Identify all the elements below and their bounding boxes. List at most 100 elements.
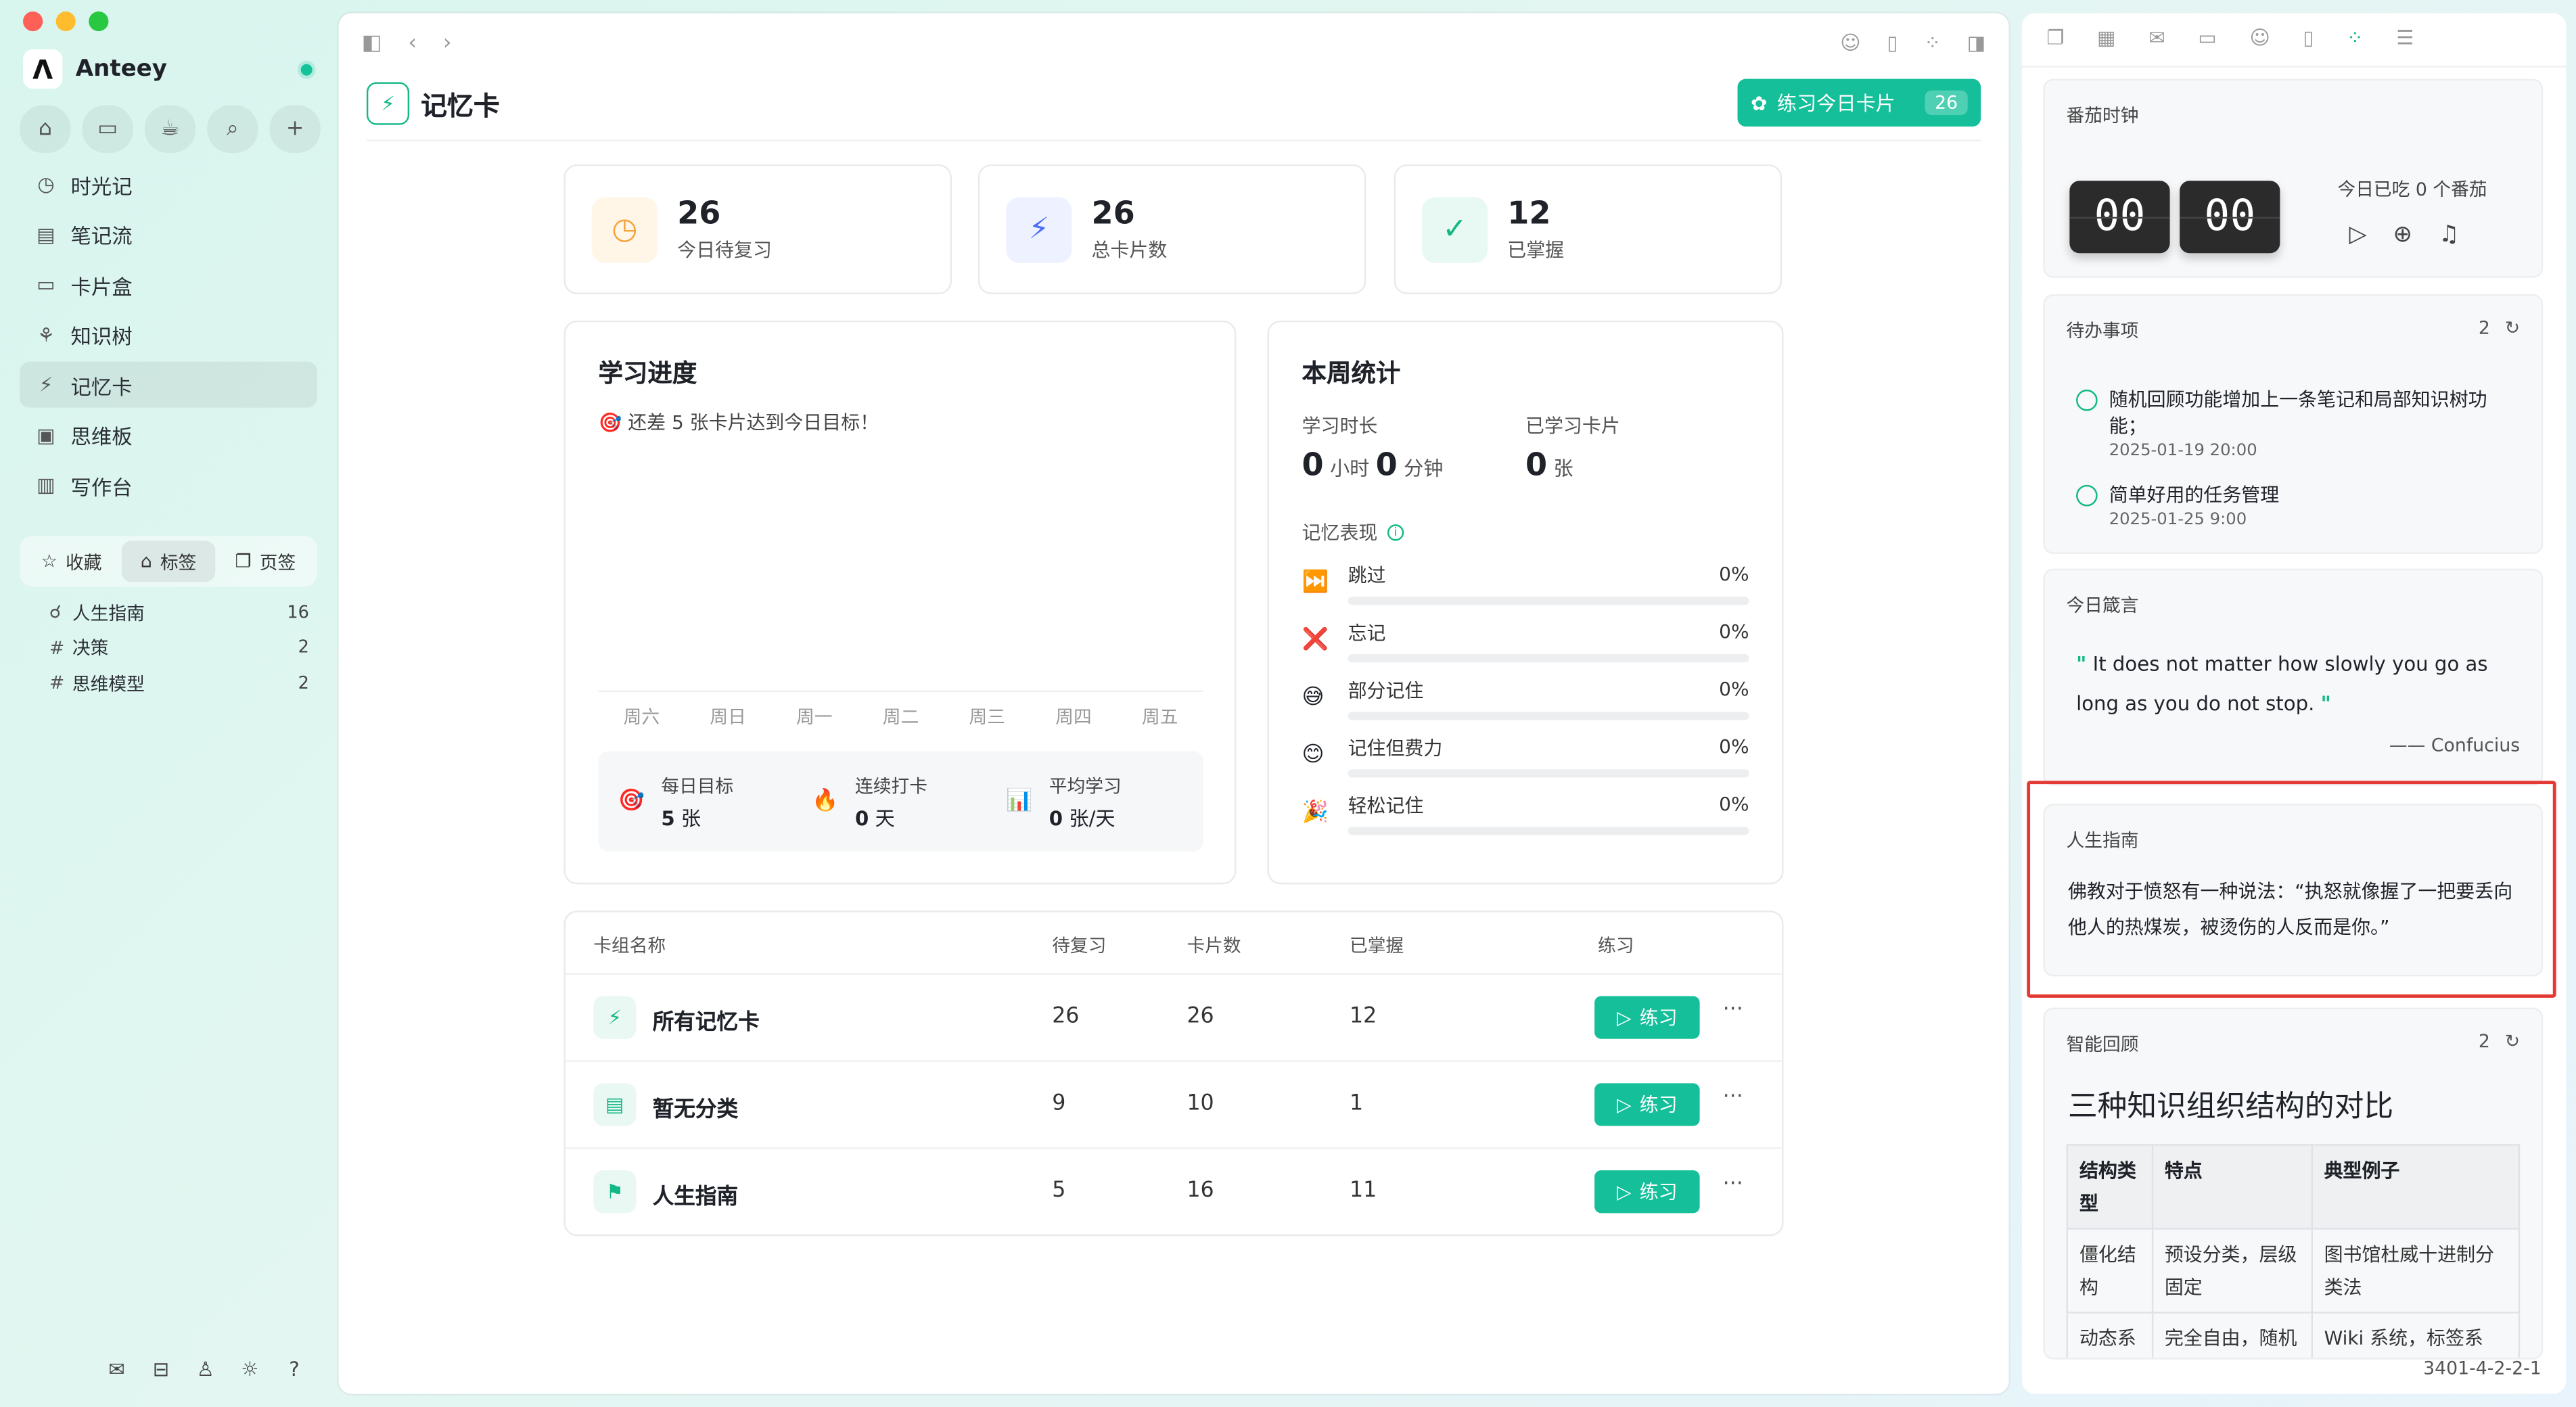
calendar-icon[interactable]: ▦ <box>2097 26 2116 60</box>
help-icon[interactable]: ? <box>283 1358 306 1381</box>
memory-body: 忘记 0% <box>1348 619 1749 662</box>
todo-item[interactable]: 随机回顾功能增加上一条笔记和局部知识树功能； 2025-01-19 20:00 <box>2076 386 2520 460</box>
sun-icon[interactable]: ☼ <box>238 1358 261 1381</box>
review-col-header: 典型例子 <box>2311 1144 2521 1230</box>
memory-emoji-icon: 😊 <box>1302 743 1325 768</box>
tag-item[interactable]: # 思维模型 2 <box>49 666 309 701</box>
weekly-title: 本周统计 <box>1302 358 1401 388</box>
robot-icon[interactable]: ☺ <box>2249 26 2270 60</box>
mail-icon[interactable]: ✉ <box>106 1358 129 1381</box>
close-window-button[interactable] <box>23 11 43 32</box>
refresh-icon[interactable]: ↻ <box>2505 317 2520 339</box>
add-button[interactable]: + <box>269 105 321 153</box>
coffee-button[interactable]: ☕ <box>144 105 196 153</box>
progress-title: 学习进度 <box>598 358 697 388</box>
memory-percent: 0% <box>1719 561 1749 584</box>
forward-icon[interactable]: › <box>443 30 452 55</box>
cards-unit: 张 <box>1553 457 1573 480</box>
pomodoro-controls: ▷ ⊕ ♫ <box>2349 222 2459 248</box>
back-icon[interactable]: ‹ <box>408 30 417 55</box>
weekday-label: 周日 <box>710 706 746 729</box>
deck-icon: ▤ <box>593 1083 637 1126</box>
network-icon[interactable]: ⁘ <box>1925 31 1941 54</box>
globe-icon[interactable]: ⊕ <box>2393 222 2413 248</box>
copy-icon[interactable]: ❐ <box>2046 26 2064 60</box>
highlight-box <box>2027 781 2556 998</box>
maximize-window-button[interactable] <box>89 11 109 32</box>
todo-date: 2025-01-25 9:00 <box>2109 511 2247 530</box>
sidebar-item-2[interactable]: ▤ 笔记流 <box>20 211 317 257</box>
sidebar-item-3[interactable]: ▭ 卡片盒 <box>20 261 317 307</box>
deck-name[interactable]: 所有记忆卡 <box>653 1005 760 1035</box>
home-icon: ⌂ <box>38 116 52 141</box>
toolbox-icon[interactable]: ⊟ <box>150 1358 172 1381</box>
shirt-icon[interactable]: ♙ <box>194 1358 217 1381</box>
home-button[interactable]: ⌂ <box>20 105 71 153</box>
inbox-icon: ▭ <box>97 116 118 141</box>
clipboard-icon[interactable]: ▯ <box>2303 26 2314 60</box>
deck-name[interactable]: 人生指南 <box>653 1178 738 1209</box>
col-due: 待复习 <box>1052 935 1107 957</box>
practice-today-button[interactable]: ✿ 练习今日卡片 26 <box>1737 78 1981 127</box>
robot-icon[interactable]: ☺ <box>1840 31 1860 54</box>
clipboard-icon[interactable]: ▯ <box>1887 31 1898 54</box>
checkbox-circle[interactable] <box>2076 484 2098 507</box>
stat-card: ◷ 26 今日待复习 <box>564 164 952 294</box>
info-icon[interactable]: i <box>1387 524 1404 541</box>
checkbox-circle[interactable] <box>2076 389 2098 411</box>
page-header: ⚡ 记忆卡 ✿ 练习今日卡片 26 <box>366 76 1981 141</box>
tag-item[interactable]: ☌ 人生指南 16 <box>49 595 309 630</box>
search-button[interactable]: ⌕ <box>207 105 258 153</box>
list-icon[interactable]: ☰ <box>2396 26 2414 60</box>
refresh-icon[interactable]: ↻ <box>2505 1031 2520 1053</box>
review-row: 动态系统完全自由，随机连接Wiki 系统，标签系统，双链 <box>2066 1312 2521 1358</box>
sidebar-item-4[interactable]: ⚘ 知识树 <box>20 311 317 357</box>
practice-button[interactable]: ▷ 练习 <box>1594 1083 1700 1126</box>
memory-body: 跳过 0% <box>1348 561 1749 605</box>
practice-label: 练习 <box>1639 1092 1678 1116</box>
toggle-sidebar-icon[interactable]: ◧ <box>362 30 382 55</box>
stat-value: 12 <box>1507 195 1551 232</box>
main-toolbar: ◧ ‹ › ☺ ▯ ⁘ ◨ <box>362 26 1986 60</box>
clock-icon: ◷ <box>37 172 55 196</box>
more-icon[interactable]: ··· <box>1723 998 1743 1022</box>
sidebar-item-7[interactable]: ▥ 写作台 <box>20 462 317 508</box>
tag-count: 2 <box>298 673 309 693</box>
tab-1[interactable]: ☆ 收藏 <box>24 540 118 582</box>
practice-button[interactable]: ▷ 练习 <box>1594 1170 1700 1214</box>
more-icon[interactable]: ··· <box>1723 1172 1743 1197</box>
card-count: 16 <box>1187 1178 1214 1203</box>
sidebar-footer: ✉ ⊟ ♙ ☼ ? <box>106 1358 306 1381</box>
sidebar-item-5[interactable]: ⚡ 记忆卡 <box>20 361 317 408</box>
memory-progress-bar <box>1348 653 1749 662</box>
tag-group-icon: ☌ <box>49 601 62 624</box>
toggle-right-panel-icon[interactable]: ◨ <box>1967 31 1986 54</box>
quote-text: " It does not matter how slowly you go a… <box>2076 645 2520 724</box>
card-count: 10 <box>1187 1091 1214 1116</box>
todo-item[interactable]: 简单好用的任务管理 2025-01-25 9:00 <box>2076 482 2520 529</box>
sidebar-item-1[interactable]: ◷ 时光记 <box>20 161 317 207</box>
review-cell: 僵化结构 <box>2066 1228 2153 1314</box>
archive-icon[interactable]: ▭ <box>2198 26 2217 60</box>
todo-title: 待办事项 <box>2066 320 2139 342</box>
stat-card: ⚡ 26 总卡片数 <box>978 164 1366 294</box>
memory-emoji-icon: 🎉 <box>1302 800 1329 825</box>
music-icon[interactable]: ♫ <box>2439 222 2460 248</box>
col-cards: 卡片数 <box>1187 935 1241 957</box>
sidebar-item-label: 时光记 <box>70 173 133 198</box>
note-id: 3401-4-2-2-1 <box>2423 1358 2542 1379</box>
tab-3[interactable]: ❐ 页签 <box>218 540 313 582</box>
tag-item[interactable]: # 决策 2 <box>49 630 309 666</box>
study-time-label: 学习时长 <box>1302 414 1378 438</box>
tab-2[interactable]: ⌂ 标签 <box>121 540 216 582</box>
play-icon[interactable]: ▷ <box>2349 222 2366 248</box>
mailbox-icon[interactable]: ✉ <box>2148 26 2165 60</box>
practice-button[interactable]: ▷ 练习 <box>1594 996 1700 1039</box>
network-icon[interactable]: ⁘ <box>2347 26 2363 60</box>
cards-studied-label: 已学习卡片 <box>1525 414 1620 438</box>
sidebar-item-6[interactable]: ▣ 思维板 <box>20 412 317 458</box>
more-icon[interactable]: ··· <box>1723 1085 1743 1109</box>
inbox-button[interactable]: ▭ <box>82 105 133 153</box>
deck-name[interactable]: 暂无分类 <box>653 1092 738 1122</box>
minimize-window-button[interactable] <box>55 11 76 32</box>
